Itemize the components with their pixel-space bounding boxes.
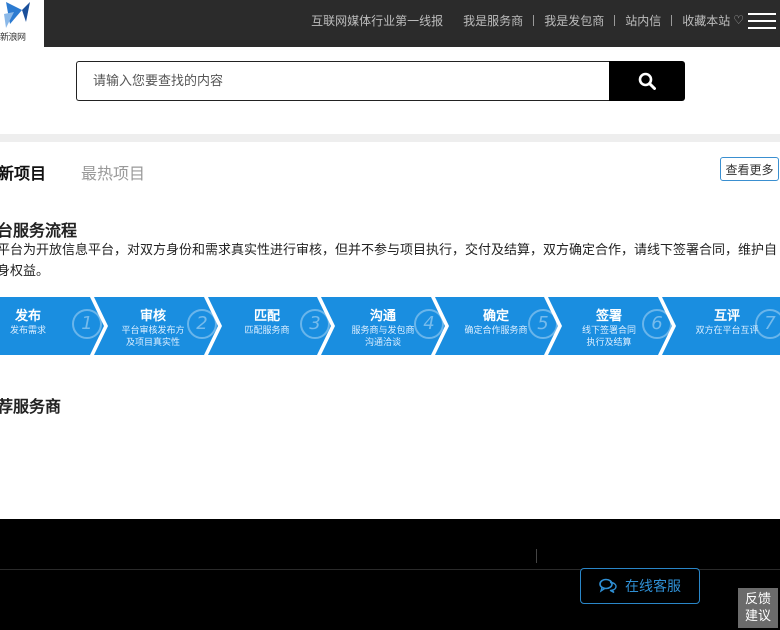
flow-description: 平台为开放信息平台，对双方身份和需求真实性进行审核，但并不参与项目执行，交付及结… — [0, 243, 778, 279]
logo-text: 新浪网 — [0, 33, 26, 43]
online-service-label: 在线客服 — [625, 579, 681, 595]
flow-section-title: 台服务流程 — [0, 221, 78, 240]
tab-hot-projects[interactable]: 最热项目 — [81, 160, 145, 184]
nav-provider[interactable]: 我是服务商 — [463, 12, 523, 29]
step-title: 审核 — [139, 309, 166, 324]
feedback-label-line1: 反馈 — [744, 592, 771, 607]
step-desc: 执行及结算 — [586, 338, 632, 348]
step-number: 7 — [755, 309, 780, 339]
flow-step-match: 匹配 匹配服务商 — [222, 297, 312, 355]
top-nav: 互联网媒体行业第一线报 我是服务商 我是发包商 站内信 收藏本站 ♡ — [311, 0, 744, 40]
step-number: 4 — [414, 309, 444, 339]
step-desc: 平台审核发布方 — [121, 326, 185, 336]
process-flow: 发布 发布需求 1 审核 平台审核发布方 及项目真实性 2 匹配 匹配服务商 3… — [0, 297, 780, 355]
chat-bubbles-icon — [599, 578, 617, 594]
step-title: 发布 — [14, 309, 41, 324]
step-number: 3 — [300, 309, 330, 339]
nav-slogan[interactable]: 互联网媒体行业第一线报 — [311, 12, 443, 29]
hamburger-menu-icon[interactable] — [748, 13, 776, 31]
step-desc: 及项目真实性 — [125, 338, 180, 348]
site-logo[interactable]: 新浪网 — [0, 0, 44, 47]
feedback-button[interactable]: 反馈 建议 — [738, 588, 778, 628]
recommend-section-title: 荐服务商 — [0, 397, 62, 416]
step-number: 2 — [187, 309, 217, 339]
search-input[interactable] — [76, 61, 610, 101]
search-area — [0, 47, 780, 134]
nav-favorite[interactable]: 收藏本站 — [682, 12, 730, 29]
online-service-button[interactable]: 在线客服 — [580, 568, 700, 604]
step-desc: 匹配服务商 — [244, 326, 290, 336]
nav-divider — [533, 14, 535, 26]
tab-new-projects[interactable]: 新项目 — [0, 160, 46, 184]
flow-step-publish: 发布 发布需求 — [0, 297, 72, 355]
nav-messages[interactable]: 站内信 — [625, 12, 661, 29]
heart-icon[interactable]: ♡ — [733, 13, 744, 27]
view-more-button[interactable]: 查看更多 — [720, 157, 779, 181]
step-number: 1 — [72, 309, 102, 339]
nav-divider — [671, 14, 673, 26]
step-number: 6 — [642, 309, 672, 339]
section-divider — [0, 134, 780, 142]
step-desc: 沟通洽谈 — [364, 338, 401, 348]
step-number: 5 — [528, 309, 558, 339]
step-title: 匹配 — [253, 309, 280, 324]
search-button[interactable] — [609, 61, 685, 101]
footer: 在线客服 反馈 建议 — [0, 519, 780, 630]
footer-divider — [536, 549, 537, 563]
nav-divider — [614, 14, 616, 26]
search-icon — [638, 72, 656, 90]
logo-mark-icon — [4, 2, 30, 28]
flow-step-review: 审核 平台审核发布方 及项目真实性 — [108, 297, 198, 355]
nav-contractor[interactable]: 我是发包商 — [544, 12, 604, 29]
step-desc: 发布需求 — [9, 326, 46, 336]
top-bar: 新浪网 互联网媒体行业第一线报 我是服务商 我是发包商 站内信 收藏本站 ♡ — [0, 0, 780, 47]
feedback-label-line2: 建议 — [744, 609, 771, 624]
